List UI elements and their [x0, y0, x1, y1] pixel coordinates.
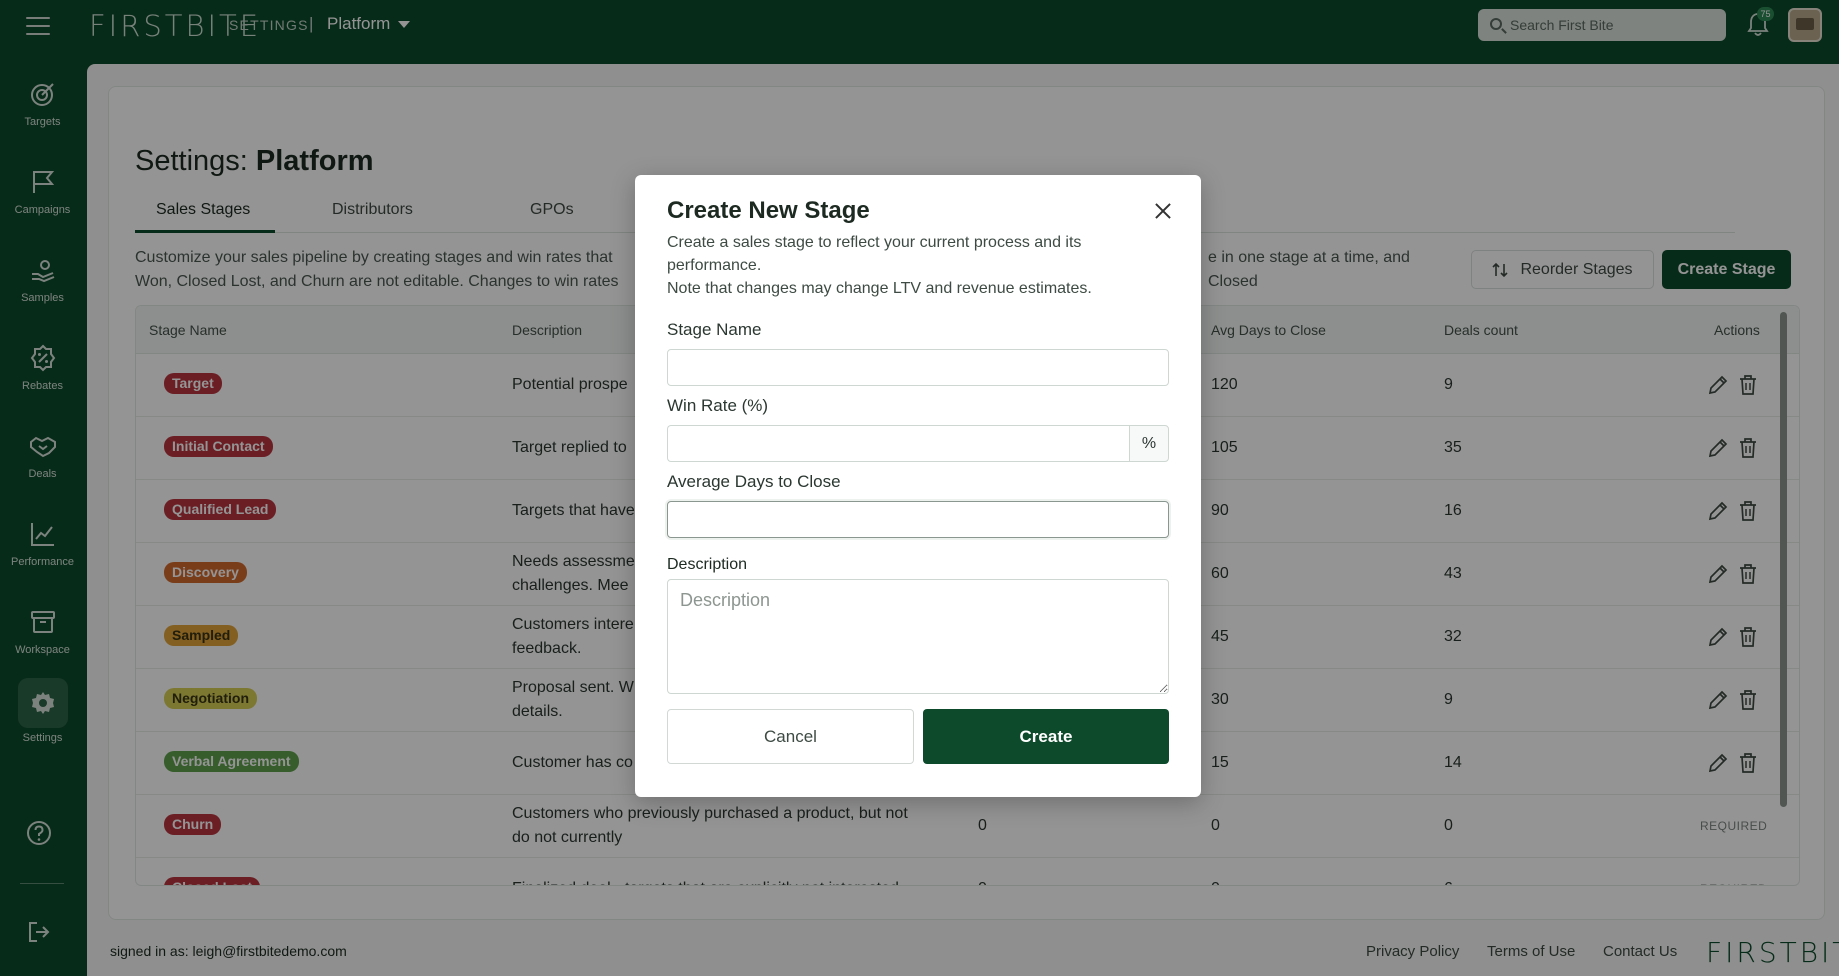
win-rate-label: Win Rate (%)	[667, 396, 769, 415]
description-textarea[interactable]	[667, 579, 1169, 694]
dialog-title: Create New Stage	[667, 197, 870, 224]
description-label: Description	[667, 556, 748, 573]
win-rate-group: %	[667, 425, 1169, 462]
dialog-description: Create a sales stage to reflect your cur…	[667, 231, 1167, 300]
avg-days-input[interactable]	[667, 501, 1169, 538]
dialog-description-line: performance.	[667, 257, 762, 274]
close-icon[interactable]	[1153, 201, 1173, 221]
win-rate-input[interactable]	[667, 425, 1129, 462]
create-stage-dialog: Create New Stage Create a sales stage to…	[635, 175, 1201, 797]
stage-name-input[interactable]	[667, 349, 1169, 386]
cancel-button[interactable]: Cancel	[667, 709, 914, 764]
dialog-description-line: Create a sales stage to reflect your cur…	[667, 234, 1082, 251]
percent-addon: %	[1129, 425, 1169, 462]
create-button[interactable]: Create	[923, 709, 1169, 764]
avg-days-label: Average Days to Close	[667, 472, 841, 491]
dialog-description-line: Note that changes may change LTV and rev…	[667, 280, 1092, 297]
stage-name-label: Stage Name	[667, 320, 762, 339]
